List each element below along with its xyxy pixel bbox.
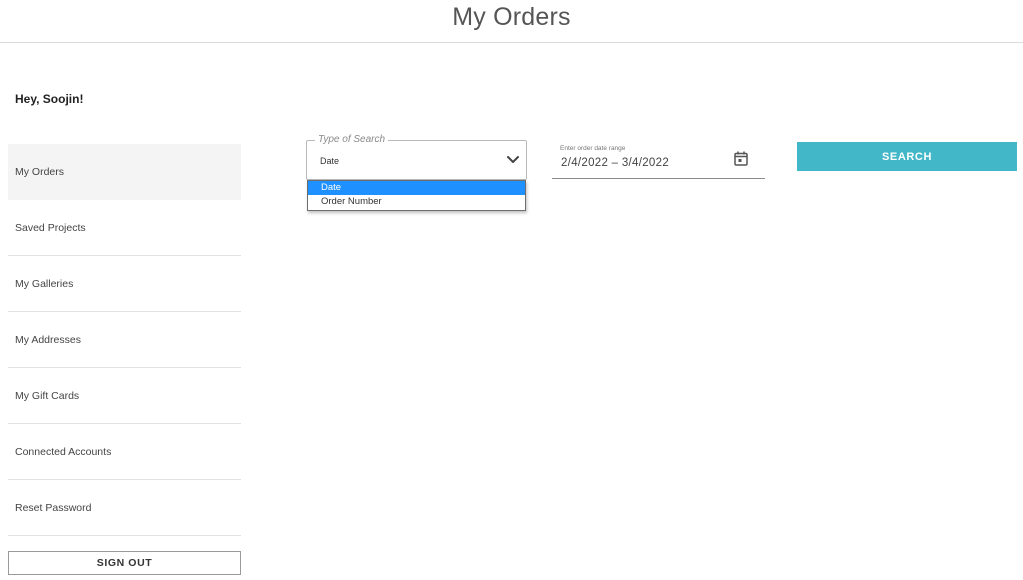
search-type-value: Date	[320, 156, 340, 166]
page-title: My Orders	[452, 3, 571, 31]
sidebar-item-my-orders[interactable]: My Orders	[8, 144, 241, 200]
sign-out-button[interactable]: SIGN OUT	[8, 551, 241, 575]
sidebar-item-connected-accounts[interactable]: Connected Accounts	[8, 424, 241, 480]
sidebar-item-my-addresses[interactable]: My Addresses	[8, 312, 241, 368]
search-button[interactable]: SEARCH	[797, 142, 1017, 171]
calendar-icon[interactable]	[734, 151, 748, 166]
search-type-select[interactable]: Type of Search Date	[306, 134, 527, 180]
dropdown-option-order-number[interactable]: Order Number	[308, 195, 525, 209]
user-greeting: Hey, Soojin!	[15, 92, 84, 106]
search-type-label: Type of Search	[315, 134, 389, 146]
sidebar-item-saved-projects[interactable]: Saved Projects	[8, 200, 241, 256]
account-sidebar: My Orders Saved Projects My Galleries My…	[8, 144, 241, 536]
page-header: My Orders	[0, 0, 1023, 43]
sidebar-item-my-gift-cards[interactable]: My Gift Cards	[8, 368, 241, 424]
chevron-down-icon[interactable]	[506, 154, 520, 166]
dropdown-option-date[interactable]: Date	[308, 181, 525, 195]
date-range-label: Enter order date range	[560, 145, 626, 152]
search-type-dropdown: Date Order Number	[307, 180, 526, 211]
date-range-value[interactable]: 2/4/2022 – 3/4/2022	[561, 157, 669, 169]
sidebar-item-my-galleries[interactable]: My Galleries	[8, 256, 241, 312]
page: My Orders Hey, Soojin! My Orders Saved P…	[0, 0, 1023, 580]
date-range-field[interactable]: Enter order date range 2/4/2022 – 3/4/20…	[552, 141, 765, 179]
sidebar-item-reset-password[interactable]: Reset Password	[8, 480, 241, 536]
